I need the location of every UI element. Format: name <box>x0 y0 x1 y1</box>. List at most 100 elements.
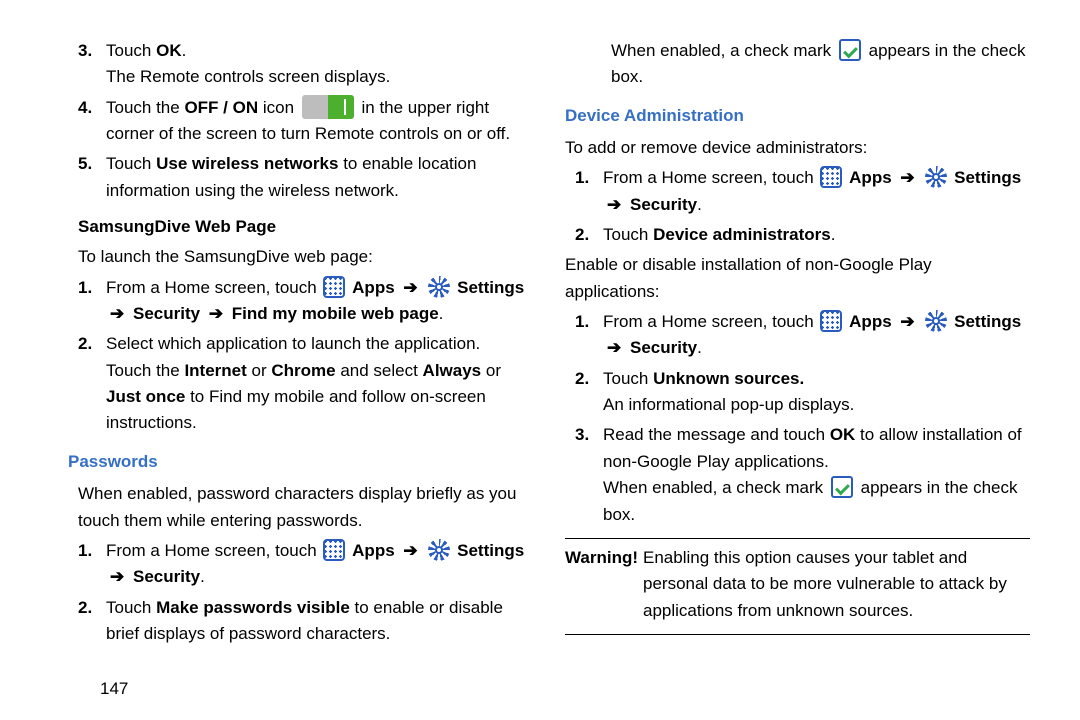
text: . <box>200 567 205 586</box>
checkmark-icon <box>831 476 853 498</box>
text: From a Home screen, touch <box>603 312 818 331</box>
settings-icon <box>428 539 450 561</box>
heading-device-admin: Device Administration <box>565 103 1030 129</box>
settings-icon <box>925 310 947 332</box>
warning-label: Warning! <box>565 545 643 624</box>
step-body: From a Home screen, touch Apps ➔ Setting… <box>106 275 525 328</box>
toggle-icon <box>302 95 354 119</box>
list-step-sd2: 2. Select which application to launch th… <box>78 331 525 436</box>
step-body: Touch the OFF / ON icon in the upper rig… <box>106 95 525 148</box>
divider <box>565 538 1030 539</box>
intro-text: Enable or disable installation of non-Go… <box>565 252 1030 305</box>
arrow-icon: ➔ <box>110 564 124 590</box>
text: . <box>831 225 836 244</box>
arrow-icon: ➔ <box>607 192 621 218</box>
bold: OK <box>830 425 856 444</box>
arrow-icon: ➔ <box>110 301 124 327</box>
warning-block: Warning! Enabling this option causes you… <box>565 545 1030 624</box>
bold-settings: Settings <box>457 541 524 560</box>
text: Touch <box>106 41 156 60</box>
bold-apps: Apps <box>849 168 892 187</box>
step-body: Touch Device administrators. <box>603 222 1030 248</box>
step-number: 1. <box>78 275 106 328</box>
step-body: Touch Unknown sources. An informational … <box>603 366 1030 419</box>
step-number: 1. <box>575 309 603 362</box>
step-body: Touch Make passwords visible to enable o… <box>106 595 525 648</box>
checkmark-icon <box>839 39 861 61</box>
settings-icon <box>925 166 947 188</box>
warning-text: Enabling this option causes your tablet … <box>643 545 1030 624</box>
list-step-np3: 3. Read the message and touch OK to allo… <box>575 422 1030 527</box>
intro-text: To add or remove device administrators: <box>565 135 1030 161</box>
bold-security: Security <box>630 195 697 214</box>
text: Touch <box>603 369 653 388</box>
text: . <box>439 304 444 323</box>
bold-apps: Apps <box>352 541 395 560</box>
bold: Just once <box>106 387 185 406</box>
list-step-4: 4. Touch the OFF / ON icon in the upper … <box>78 95 525 148</box>
bold-ok: OK <box>156 41 182 60</box>
bold: Internet <box>184 361 246 380</box>
list-step-5: 5. Touch Use wireless networks to enable… <box>78 151 525 204</box>
step-body: Select which application to launch the a… <box>106 331 525 436</box>
continued-text: When enabled, a check mark appears in th… <box>611 38 1030 91</box>
bold-security: Security <box>133 567 200 586</box>
apps-icon <box>820 166 842 188</box>
text: From a Home screen, touch <box>106 541 321 560</box>
step-number: 3. <box>78 38 106 91</box>
step-body: Touch Use wireless networks to enable lo… <box>106 151 525 204</box>
list-step-np2: 2. Touch Unknown sources. An information… <box>575 366 1030 419</box>
text: Touch <box>603 225 653 244</box>
manual-page: 3. Touch OK. The Remote controls screen … <box>0 0 1080 720</box>
list-step-da2: 2. Touch Device administrators. <box>575 222 1030 248</box>
text: icon <box>258 98 299 117</box>
step-number: 2. <box>575 222 603 248</box>
list-step-pw2: 2. Touch Make passwords visible to enabl… <box>78 595 525 648</box>
intro-text: To launch the SamsungDive web page: <box>78 244 525 270</box>
step-body: From a Home screen, touch Apps ➔ Setting… <box>106 538 525 591</box>
text: An informational pop-up displays. <box>603 392 1030 418</box>
bold: Always <box>423 361 482 380</box>
bold-apps: Apps <box>352 278 395 297</box>
step-body: Touch OK. The Remote controls screen dis… <box>106 38 525 91</box>
text: From a Home screen, touch <box>106 278 321 297</box>
step-number: 2. <box>575 366 603 419</box>
step-number: 3. <box>575 422 603 527</box>
bold-settings: Settings <box>457 278 524 297</box>
divider <box>565 634 1030 635</box>
bold-settings: Settings <box>954 312 1021 331</box>
text: Touch the <box>106 98 184 117</box>
right-column: When enabled, a check mark appears in th… <box>565 38 1030 720</box>
step-number: 4. <box>78 95 106 148</box>
bold-wireless: Use wireless networks <box>156 154 338 173</box>
left-column: 3. Touch OK. The Remote controls screen … <box>60 38 525 720</box>
heading-passwords: Passwords <box>68 449 525 475</box>
bold: Unknown sources. <box>653 369 804 388</box>
subheading-samsungdive: SamsungDive Web Page <box>78 214 525 240</box>
bold: Make passwords visible <box>156 598 350 617</box>
arrow-icon: ➔ <box>403 275 417 301</box>
bold-security: Security <box>630 338 697 357</box>
apps-icon <box>323 539 345 561</box>
text: and select <box>336 361 423 380</box>
text: . <box>697 195 702 214</box>
text: When enabled, a check mark <box>611 41 836 60</box>
bold-settings: Settings <box>954 168 1021 187</box>
arrow-icon: ➔ <box>209 301 223 327</box>
apps-icon <box>820 310 842 332</box>
list-step-da1: 1. From a Home screen, touch Apps ➔ Sett… <box>575 165 1030 218</box>
arrow-icon: ➔ <box>900 309 914 335</box>
step-number: 2. <box>78 595 106 648</box>
step-number: 1. <box>78 538 106 591</box>
list-step-pw1: 1. From a Home screen, touch Apps ➔ Sett… <box>78 538 525 591</box>
settings-icon <box>428 276 450 298</box>
page-number: 147 <box>100 676 128 702</box>
step-number: 2. <box>78 331 106 436</box>
bold-findmobile: Find my mobile web page <box>232 304 439 323</box>
step-number: 1. <box>575 165 603 218</box>
bold-security: Security <box>133 304 200 323</box>
text: The Remote controls screen displays. <box>106 64 525 90</box>
text: Touch <box>106 154 156 173</box>
step-body: From a Home screen, touch Apps ➔ Setting… <box>603 309 1030 362</box>
bold: Device administrators <box>653 225 831 244</box>
